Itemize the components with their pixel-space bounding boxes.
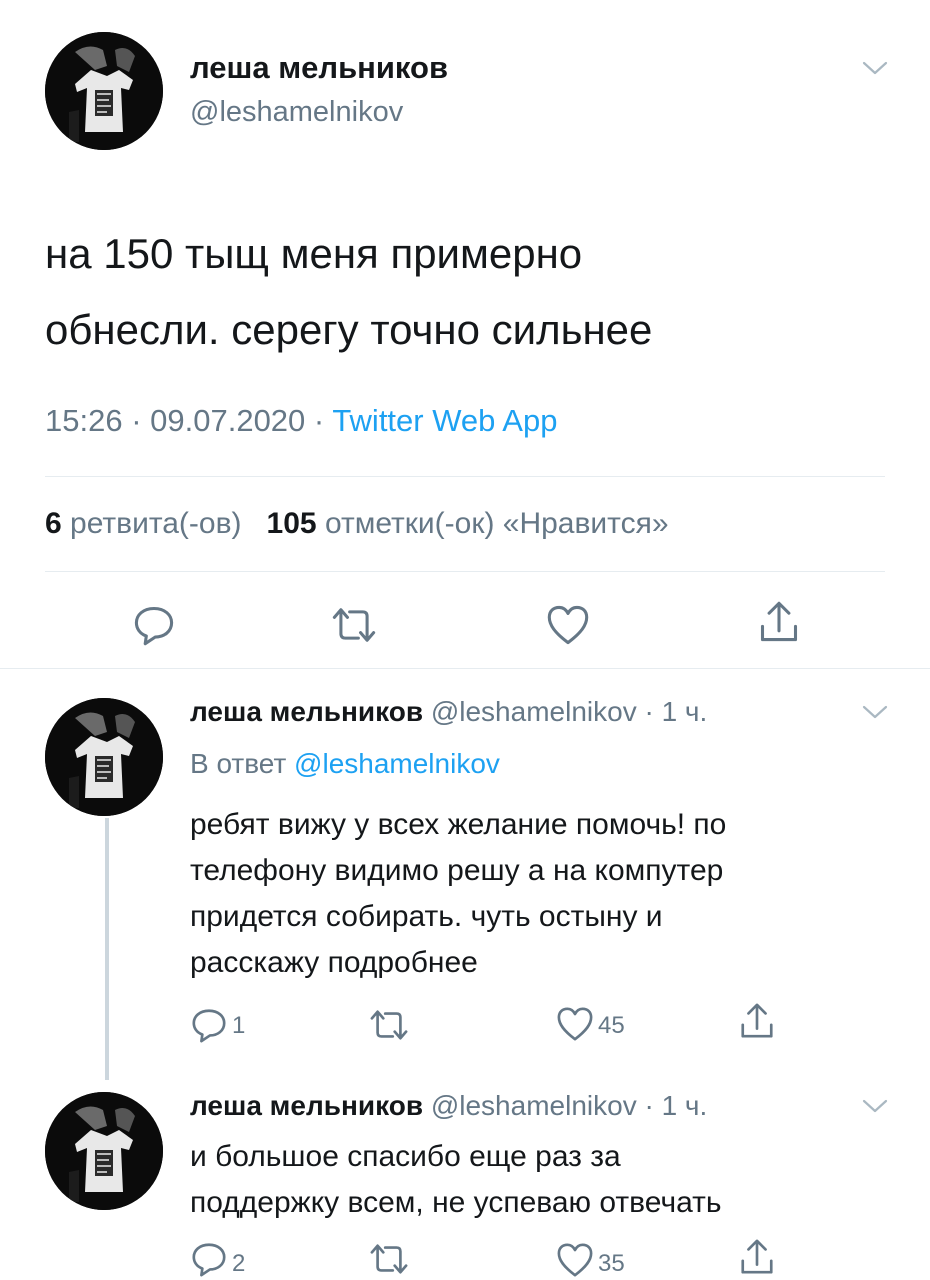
reply-icon[interactable] [132,603,176,647]
tweet-meta: 15:26 · 09.07.2020 · Twitter Web App [45,403,557,439]
tweet-text-line: и большое спасибо еще раз за [190,1140,621,1173]
retweets-label[interactable]: ретвита(-ов) [70,507,242,540]
tweet-text-line: придется собирать. чуть остыну и [190,900,663,933]
heart-icon[interactable] [556,1006,594,1042]
share-icon[interactable] [757,600,801,644]
reply-icon[interactable] [190,1006,228,1044]
tweet-source-link[interactable]: Twitter Web App [332,403,557,438]
reply-count: 1 [232,1012,246,1039]
share-icon[interactable] [738,1238,776,1276]
like-count: 45 [598,1012,625,1039]
author-handle[interactable]: @leshamelnikov [431,1090,637,1121]
separator-dot: · [313,403,333,438]
tweet-text-line: поддержку всем, не успеваю отвечать [190,1186,722,1219]
heart-icon[interactable] [556,1242,594,1278]
tweet-text-line: ребят вижу у всех желание помочь! по [190,808,727,841]
tweet-text: ребят вижу у всех желание помочь! по тел… [190,802,890,986]
author-name[interactable]: леша мельников [190,50,448,86]
likes-label[interactable]: отметки(-ок) «Нравится» [325,507,669,540]
tweet-text-line: телефону видимо решу а на компутер [190,854,724,887]
retweet-icon[interactable] [330,603,378,647]
author-handle[interactable]: @leshamelnikov [190,96,403,129]
retweet-icon[interactable] [368,1240,410,1278]
tweet-time[interactable]: 15:26 [45,403,123,438]
avatar[interactable] [45,32,163,150]
tweet-age[interactable]: 1 ч. [662,1090,708,1121]
tweet-date[interactable]: 09.07.2020 [150,403,305,438]
reply-header: леша мельников @leshamelnikov · 1 ч. [190,1090,708,1121]
author-handle[interactable]: @leshamelnikov [431,696,637,727]
author-name[interactable]: леша мельников [190,696,423,727]
divider [0,668,930,669]
tweet-text: и большое спасибо еще раз за поддержку в… [190,1134,890,1226]
tweet-text-line: на 150 тыщ меня примерно [45,230,583,277]
retweet-icon[interactable] [368,1006,410,1044]
chevron-down-icon[interactable] [860,702,890,722]
reply-to: В ответ @leshamelnikov [190,748,500,780]
heart-icon[interactable] [546,604,590,646]
tweet-text: на 150 тыщ меня примерно обнесли. серегу… [45,216,895,368]
reply-to-handle[interactable]: @leshamelnikov [294,748,500,779]
avatar[interactable] [45,1092,163,1210]
avatar[interactable] [45,698,163,816]
reply-header: леша мельников @leshamelnikov · 1 ч. [190,696,708,727]
tweet-age[interactable]: 1 ч. [662,696,708,727]
reply-icon[interactable] [190,1240,228,1278]
retweets-count[interactable]: 6 [45,507,62,540]
like-count: 35 [598,1250,625,1277]
tweet-text-line: обнесли. серегу точно сильнее [45,306,653,353]
share-icon[interactable] [738,1002,776,1040]
separator-dot: · [131,403,151,438]
tweet-text-line: расскажу подробнее [190,946,478,979]
engagement-counts: 6 ретвита(-ов) 105 отметки(-ок) «Нравитс… [45,507,669,541]
author-name[interactable]: леша мельников [190,1090,423,1121]
divider [45,476,885,477]
likes-count[interactable]: 105 [267,507,317,540]
divider [45,571,885,572]
reply-to-label: В ответ [190,748,287,779]
thread-line [105,818,109,1080]
reply-count: 2 [232,1250,246,1277]
chevron-down-icon[interactable] [860,1096,890,1116]
chevron-down-icon[interactable] [860,58,890,78]
